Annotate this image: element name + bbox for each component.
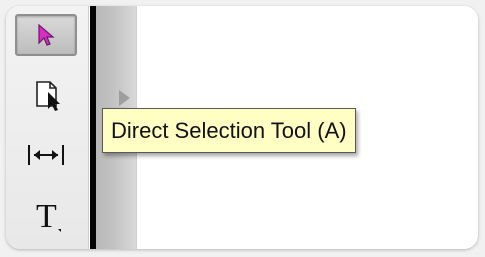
text-t-icon: T xyxy=(36,198,61,235)
direct-selection-tooltip: Direct Selection Tool (A) xyxy=(102,108,356,153)
tools-panel: T xyxy=(6,6,89,249)
tooltip-text: Direct Selection Tool (A) xyxy=(111,117,347,143)
type-tool-button[interactable]: T xyxy=(15,196,77,238)
application-window: T Direct Selection Tool (A) xyxy=(6,6,478,249)
horizontal-gap-arrows-icon xyxy=(28,145,64,165)
page-with-arrow-icon xyxy=(36,81,60,111)
pink-arrow-pointer-icon xyxy=(38,23,55,46)
panel-expand-arrow-icon xyxy=(119,90,130,106)
gap-tool-button[interactable] xyxy=(15,134,77,176)
type-tool-glyph: T xyxy=(36,198,57,235)
direct-selection-tool-button[interactable] xyxy=(15,74,77,116)
selection-tool-button[interactable] xyxy=(15,14,77,56)
